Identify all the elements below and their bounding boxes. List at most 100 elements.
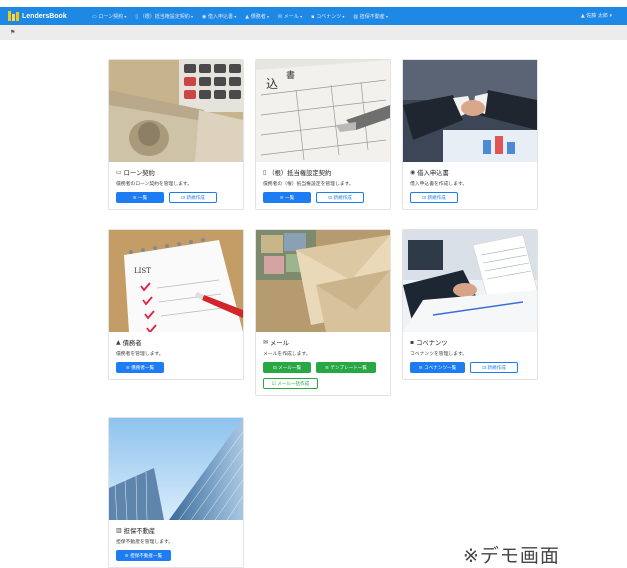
card-actions: ⊡ 新規作成 bbox=[410, 192, 530, 203]
eye-icon: ◉ bbox=[410, 169, 416, 176]
card-title: ▥ 担保不動産 bbox=[116, 526, 236, 535]
top-navbar: LendersBook ▭ ローン契約 ▾ ▯ （根）抵当権設定契約 ▾ ◉ 借入申… bbox=[0, 7, 627, 25]
nav-menu-1[interactable]: ▯ （根）抵当権設定契約 ▾ bbox=[135, 13, 193, 20]
nav-menu-3[interactable]: ▲ 債務者 ▾ bbox=[245, 13, 269, 20]
nav-menu-label: メール bbox=[283, 13, 299, 20]
envelopes-image bbox=[256, 230, 390, 332]
caret-down-icon: ▾ bbox=[265, 13, 269, 19]
card-description: 借入申込書を作成します。 bbox=[410, 182, 468, 187]
card-description: 債務者の（根）抵当権設定を管理します。 bbox=[263, 182, 354, 187]
card-loan-contract: ▭ ローン契約債務者のローン契約を管理します。 ≡ 一覧 ⊡ 新規作成 bbox=[108, 59, 244, 210]
user-icon: ▲ bbox=[116, 339, 121, 346]
card-body: ▪ コベナンツコベナンツを管理します。 ≡ コベナンツ一覧 ⊡ 新規作成 bbox=[403, 332, 537, 379]
list-button[interactable]: ≡ 一覧 bbox=[263, 192, 311, 203]
nav-menu-6[interactable]: ▥ 担保不動産 ▾ bbox=[353, 13, 388, 20]
svg-text:LIST: LIST bbox=[134, 267, 151, 275]
user-menu[interactable]: ▲ 佐藤 太郎 ▾ bbox=[581, 12, 612, 19]
card-icon: ▭ bbox=[116, 169, 122, 176]
brand-name: LendersBook bbox=[22, 12, 67, 20]
new-create-button[interactable]: ⊡ 新規作成 bbox=[470, 362, 518, 373]
list-button[interactable]: ≡ 一覧 bbox=[116, 192, 164, 203]
building-image bbox=[109, 418, 243, 520]
nav-menu-label: 借入申込書 bbox=[207, 13, 233, 20]
brand-logo-icon bbox=[8, 11, 19, 21]
money-calculator-image bbox=[109, 60, 243, 162]
card-title-text: 担保不動産 bbox=[123, 528, 156, 535]
card-title-text: メール bbox=[270, 340, 289, 347]
card-title: ✉ メール bbox=[263, 338, 383, 347]
doc-icon: ▯ bbox=[263, 169, 267, 176]
brand-link[interactable]: LendersBook bbox=[8, 11, 78, 21]
card-description: 債務者を管理します。 bbox=[116, 352, 164, 357]
card-title: ▪ コベナンツ bbox=[410, 338, 530, 347]
list-button[interactable]: ≡ 債務者一覧 bbox=[116, 362, 164, 373]
card-mortgage-contract: 込 書 ▯ （根）抵当権設定契約債務者の（根）抵当権設定を管理します。 ≡ 一覧 ⊡ … bbox=[255, 59, 391, 210]
nav-menu-label: 担保不動産 bbox=[359, 13, 385, 20]
caret-down-icon: ▾ bbox=[384, 13, 388, 19]
caret-down-icon: ▾ bbox=[189, 13, 194, 19]
card-actions: ≡ コベナンツ一覧 ⊡ 新規作成 bbox=[410, 362, 530, 373]
card-actions: ≡ 債務者一覧 bbox=[116, 362, 236, 373]
list-button[interactable]: ≡ テンプレート一覧 bbox=[316, 362, 376, 373]
card-description: 担保不動産を管理します。 bbox=[116, 540, 174, 545]
nav-menu-0[interactable]: ▭ ローン契約 ▾ bbox=[92, 13, 126, 20]
card-body: ✉ メールメールを作成します。 ⊡ メール一覧 ≡ テンプレート一覧 ☑ メール一括作成 bbox=[256, 332, 390, 395]
nav-menu-label: 債務者 bbox=[250, 13, 266, 20]
card-mail: ✉ メールメールを作成します。 ⊡ メール一覧 ≡ テンプレート一覧 ☑ メール一括作成 bbox=[255, 229, 391, 396]
card-body: ▯ （根）抵当権設定契約債務者の（根）抵当権設定を管理します。 ≡ 一覧 ⊡ 新規作成 bbox=[256, 162, 390, 209]
card-description: 債務者のローン契約を管理します。 bbox=[116, 182, 193, 187]
home-icon[interactable]: ⚑ bbox=[10, 29, 15, 36]
svg-text:書: 書 bbox=[286, 69, 295, 81]
building-icon: ▥ bbox=[116, 527, 122, 534]
card-actions: ≡ 担保不動産一覧 bbox=[116, 550, 236, 561]
card-title-text: ローン契約 bbox=[123, 170, 155, 177]
nav-menu-label: （根）抵当権設定契約 bbox=[139, 13, 190, 20]
card-title-text: 債務者 bbox=[122, 340, 142, 347]
nav-menu-4[interactable]: ✉ メール ▾ bbox=[278, 13, 302, 20]
new-create-button[interactable]: ⊡ 新規作成 bbox=[410, 192, 458, 203]
svg-text:込: 込 bbox=[266, 77, 278, 91]
card-body: ▥ 担保不動産担保不動産を管理します。 ≡ 担保不動産一覧 bbox=[109, 520, 243, 567]
card-body: ◉ 借入申込書借入申込書を作成します。 ⊡ 新規作成 bbox=[403, 162, 537, 209]
checklist-image: LIST bbox=[109, 230, 243, 332]
card-title: ▯ （根）抵当権設定契約 bbox=[263, 168, 383, 177]
list-button[interactable]: ⊡ メール一覧 bbox=[263, 362, 311, 373]
card-title-text: 借入申込書 bbox=[417, 170, 449, 177]
demo-watermark: ※デモ画面 bbox=[463, 545, 560, 567]
nav-menu-5[interactable]: ▪ コベナンツ ▾ bbox=[311, 13, 344, 20]
card-collateral-property: ▥ 担保不動産担保不動産を管理します。 ≡ 担保不動産一覧 bbox=[108, 417, 244, 568]
caret-down-icon: ▾ bbox=[298, 13, 303, 19]
handshake-image bbox=[403, 60, 537, 162]
card-title-text: （根）抵当権設定契約 bbox=[268, 170, 332, 177]
card-title: ▭ ローン契約 bbox=[116, 168, 236, 177]
card-actions: ≡ 一覧 ⊡ 新規作成 bbox=[263, 192, 383, 203]
card-description: メールを作成します。 bbox=[263, 352, 311, 357]
new-create-button[interactable]: ⊡ 新規作成 bbox=[169, 192, 217, 203]
meeting-documents-image bbox=[403, 230, 537, 332]
card-title-text: コベナンツ bbox=[416, 340, 448, 347]
mail-icon: ✉ bbox=[263, 339, 269, 346]
nav-menu-label: コベナンツ bbox=[316, 13, 342, 20]
nav-menu-2[interactable]: ◉ 借入申込書 ▾ bbox=[202, 13, 236, 20]
caret-down-icon: ▾ bbox=[341, 13, 345, 19]
card-loan-application: ◉ 借入申込書借入申込書を作成します。 ⊡ 新規作成 bbox=[402, 59, 538, 210]
caret-down-icon: ▾ bbox=[232, 13, 237, 19]
caret-down-icon: ▾ bbox=[123, 13, 127, 19]
new-create-button[interactable]: ⊡ 新規作成 bbox=[316, 192, 364, 203]
card-actions: ⊡ メール一覧 ≡ テンプレート一覧 ☑ メール一括作成 bbox=[263, 362, 383, 389]
card-body: ▲ 債務者債務者を管理します。 ≡ 債務者一覧 bbox=[109, 332, 243, 379]
document-pen-image: 込 書 bbox=[256, 60, 390, 162]
nav-menu-label: ローン契約 bbox=[98, 13, 124, 20]
new-create-button[interactable]: ☑ メール一括作成 bbox=[263, 378, 318, 389]
card-covenants: ▪ コベナンツコベナンツを管理します。 ≡ コベナンツ一覧 ⊡ 新規作成 bbox=[402, 229, 538, 380]
briefcase-icon: ▪ bbox=[410, 339, 415, 346]
card-debtor: LIST ▲ 債務者債務者を管理します。 ≡ 債務者一覧 bbox=[108, 229, 244, 380]
card-description: コベナンツを管理します。 bbox=[410, 352, 468, 357]
card-body: ▭ ローン契約債務者のローン契約を管理します。 ≡ 一覧 ⊡ 新規作成 bbox=[109, 162, 243, 209]
list-button[interactable]: ≡ コベナンツ一覧 bbox=[410, 362, 465, 373]
list-button[interactable]: ≡ 担保不動産一覧 bbox=[116, 550, 171, 561]
card-actions: ≡ 一覧 ⊡ 新規作成 bbox=[116, 192, 236, 203]
nav-menus: ▭ ローン契約 ▾ ▯ （根）抵当権設定契約 ▾ ◉ 借入申込書 ▾ ▲ 債務者 ▾ ✉… bbox=[92, 13, 397, 20]
card-title: ◉ 借入申込書 bbox=[410, 168, 530, 177]
breadcrumb-bar: ⚑ bbox=[0, 25, 627, 40]
